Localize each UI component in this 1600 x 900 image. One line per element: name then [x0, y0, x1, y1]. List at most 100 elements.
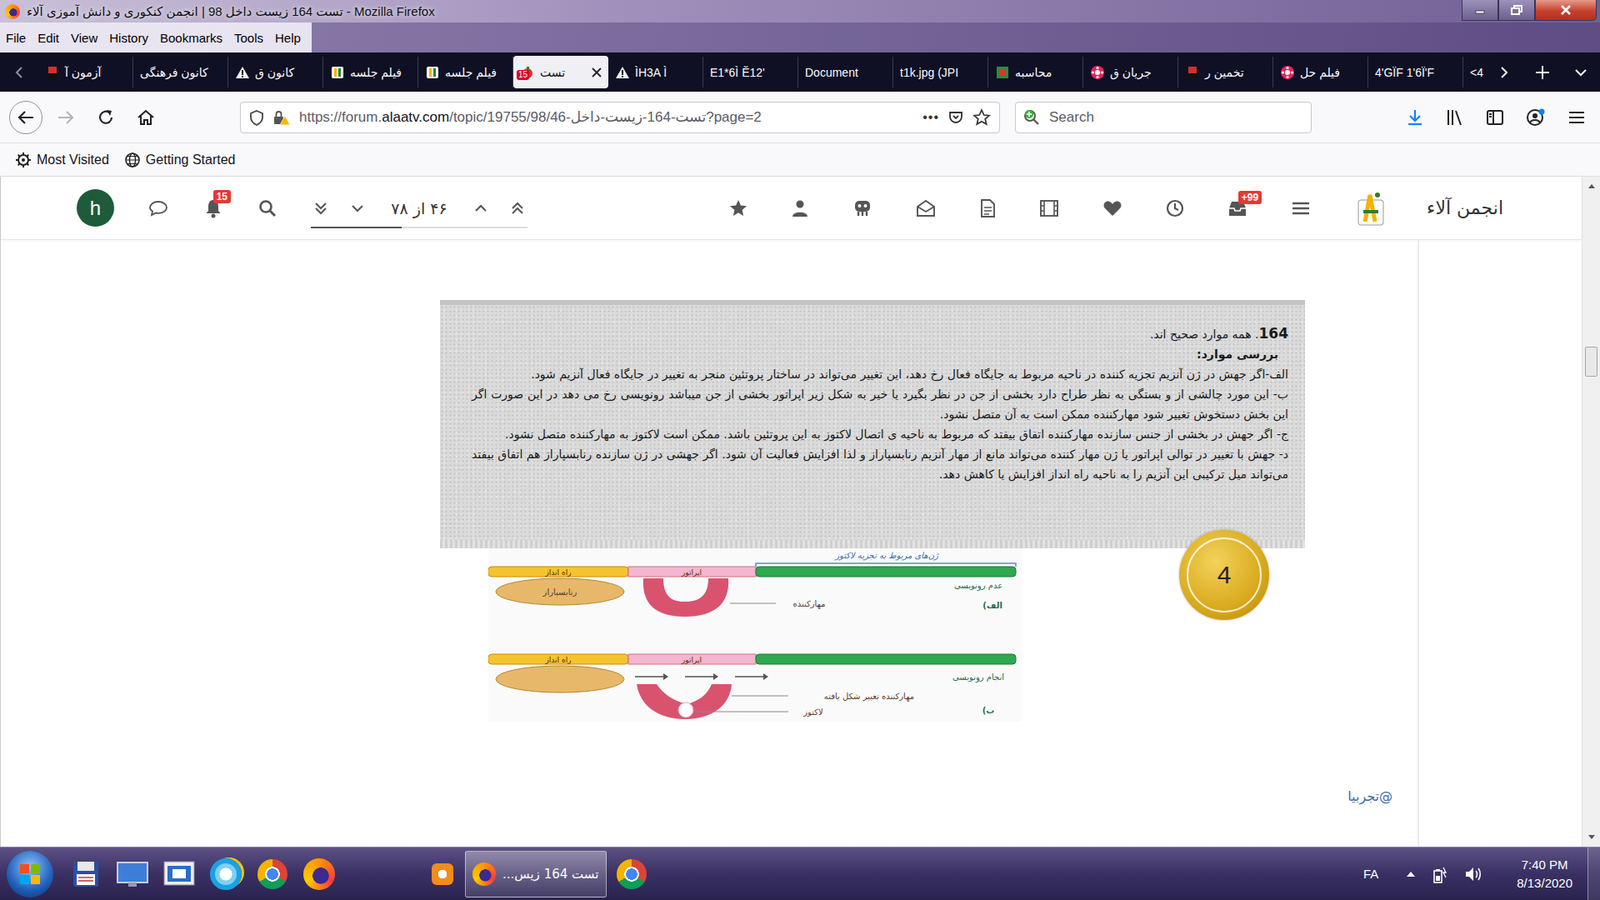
new-tab-button[interactable] [1523, 52, 1562, 92]
star-icon[interactable] [728, 198, 749, 219]
page-actions-button[interactable]: ••• [922, 110, 940, 125]
browser-tab[interactable]: محاسبه [988, 56, 1084, 88]
browser-tab[interactable]: فیلم جلسه [418, 56, 514, 88]
menu-icon[interactable] [1290, 198, 1312, 219]
close-tab-icon[interactable] [591, 67, 602, 78]
browser-tab[interactable]: t1k.jpg (JPI [893, 56, 989, 88]
browser-tab[interactable]: <4 [1463, 56, 1485, 88]
maximize-button[interactable] [1498, 0, 1535, 21]
pinned-app[interactable] [156, 850, 202, 899]
user-avatar[interactable]: h [76, 189, 115, 227]
taskbar-window[interactable] [610, 850, 654, 898]
pagination-progress-fill [310, 226, 402, 229]
show-hidden-icons-icon[interactable] [1405, 869, 1417, 880]
favicon-box: 15 [520, 65, 535, 80]
double-chevron-down-icon[interactable] [310, 198, 331, 219]
start-button[interactable] [6, 850, 54, 898]
site-name[interactable]: انجمن آلاء [1426, 197, 1504, 219]
browser-tab[interactable]: تخمین ر [1178, 56, 1274, 88]
minimize-button[interactable] [1461, 0, 1499, 21]
sidebar-icon[interactable] [1485, 107, 1505, 128]
double-chevron-up-icon[interactable] [507, 198, 528, 219]
browser-tab[interactable]: فیلم حل [1273, 56, 1369, 88]
menu-bar: FileEditViewHistoryBookmarksToolsHelp [0, 22, 1600, 53]
menu-item[interactable]: Help [269, 30, 307, 45]
pinned-app[interactable] [110, 850, 155, 899]
list-tabs-button[interactable] [1561, 52, 1600, 92]
search-field[interactable]: Search [1015, 101, 1312, 134]
window-title: تست 164 زیست داخل 98 | انجمن کنکوری و دا… [26, 4, 435, 20]
pinned-app[interactable] [296, 850, 342, 899]
back-button[interactable] [9, 100, 43, 135]
library-icon[interactable] [1445, 107, 1465, 128]
menu-item[interactable]: History [103, 30, 155, 45]
chat-icon[interactable] [147, 198, 170, 219]
forward-button[interactable] [49, 100, 83, 135]
address-bar[interactable]: https://forum.alaatv.com/topic/19755/98/… [240, 101, 1000, 134]
bookmark-item[interactable]: Most Visited [15, 151, 110, 169]
browser-tab[interactable]: کانون فرهنگی [133, 56, 229, 88]
chevron-up-icon[interactable] [470, 198, 491, 219]
bookmark-item[interactable]: Getting Started [124, 151, 236, 169]
menu-item[interactable]: Bookmarks [154, 30, 229, 45]
document-icon[interactable] [978, 198, 997, 219]
scroll-tabs-right-button[interactable] [1485, 52, 1524, 92]
home-button[interactable] [129, 100, 163, 135]
repressor-label: مهارکننده تغییر شکل یافته [824, 691, 915, 702]
show-desktop-button[interactable] [1587, 847, 1600, 900]
menu-item[interactable]: Edit [31, 30, 65, 45]
pinned-app[interactable] [63, 850, 109, 899]
browser-tab[interactable]: جریان ق [1083, 56, 1179, 88]
reload-button[interactable] [89, 100, 123, 135]
download-icon[interactable] [1405, 107, 1425, 128]
scrollbar-track[interactable] [1582, 195, 1600, 829]
search-icon[interactable] [257, 198, 278, 219]
menu-item[interactable]: File [0, 30, 32, 45]
page-scrollbar[interactable] [1581, 176, 1600, 847]
taskbar-window[interactable] [425, 850, 462, 898]
firefox-icon [303, 858, 335, 890]
inbox-button[interactable]: +99 [1226, 198, 1249, 219]
browser-tab[interactable]: 15تست [513, 55, 609, 89]
scroll-up-icon[interactable] [1586, 180, 1597, 192]
diagram-panel: راه اندازاپراتورانجام رونویسیب)مهارکننده… [488, 654, 1016, 720]
browser-tab[interactable]: 4'GÏF 1'6Ï'F [1368, 56, 1464, 88]
bookmark-star-icon[interactable] [972, 108, 991, 127]
clock[interactable]: 7:40 PM8/13/2020 [1516, 855, 1573, 893]
topic-content: 164. همه موارد صحیح اند.بررسی موارد:الف-… [0, 240, 1420, 847]
close-button[interactable] [1535, 0, 1597, 21]
post-signature[interactable]: @تجربیا [1347, 788, 1393, 805]
menu-item[interactable]: Tools [228, 30, 270, 45]
groups-icon[interactable] [851, 198, 874, 219]
pocket-icon[interactable] [947, 109, 965, 126]
account-icon[interactable] [1525, 107, 1547, 128]
browser-tab[interactable]: ÌH3A Ì [608, 56, 704, 88]
user-icon[interactable] [790, 198, 810, 219]
hamburger-menu-icon[interactable] [1566, 107, 1587, 128]
speaker-icon[interactable] [1463, 865, 1484, 884]
language-indicator[interactable]: FA [1363, 866, 1379, 881]
browser-tab[interactable]: کانون ق [228, 56, 324, 88]
menu-item[interactable]: View [65, 30, 104, 45]
browser-tab[interactable]: E1*6Ì Ĕ12' [703, 56, 799, 88]
tab-label: 4'GÏF 1'6Ï'F [1375, 65, 1456, 80]
film-icon[interactable] [1038, 198, 1060, 219]
heart-icon[interactable] [1101, 198, 1124, 219]
scrollbar-thumb[interactable] [1585, 346, 1598, 377]
envelope-open-icon[interactable] [915, 198, 937, 219]
notifications-button[interactable]: 15 [202, 197, 225, 220]
browser-tab[interactable]: آزمون آ [38, 56, 134, 88]
chevron-down-icon[interactable] [347, 198, 368, 219]
battery-icon[interactable] [1431, 864, 1449, 885]
alaa-logo-icon[interactable] [1353, 188, 1389, 229]
pinned-app[interactable] [250, 850, 295, 899]
tab-label: جریان ق [1110, 65, 1171, 80]
browser-tab[interactable]: فیلم جلسه [323, 56, 419, 88]
pinned-app[interactable] [203, 850, 249, 899]
taskbar-window[interactable]: تست 164 زیس... [465, 850, 607, 898]
answer-paragraph: ج- اگر جهش در بخشی از جنس سازنده مهارکنن… [471, 424, 1289, 445]
scroll-down-icon[interactable] [1586, 831, 1597, 844]
browser-tab[interactable]: Document [798, 56, 894, 88]
scroll-tabs-left-button[interactable] [0, 52, 39, 92]
clock-icon[interactable] [1165, 198, 1185, 219]
